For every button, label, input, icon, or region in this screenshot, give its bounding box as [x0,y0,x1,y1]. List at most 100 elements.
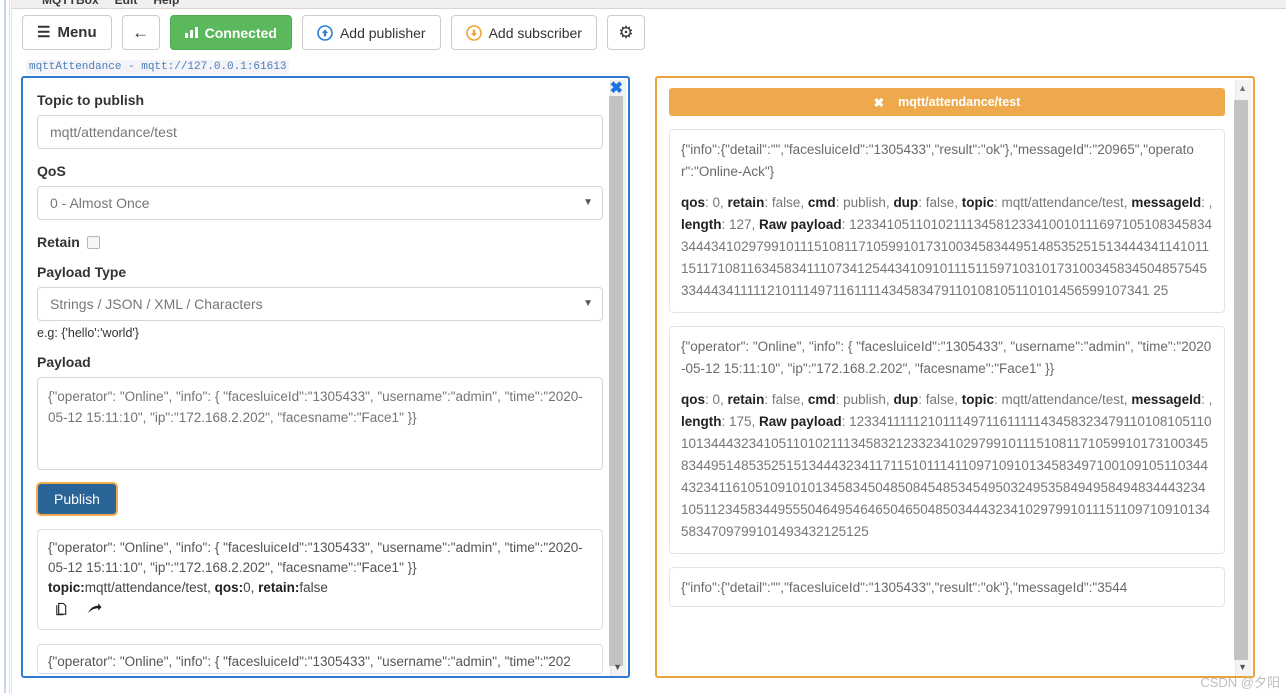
published-message-payload: {"operator": "Online", "info": { "facesl… [48,540,583,575]
publish-button[interactable]: Publish [36,482,118,516]
topic-key: topic [961,195,994,210]
connection-title: mqttAttendance - mqtt://127.0.0.1:61613 [26,60,290,74]
topic-input[interactable] [37,115,603,149]
settings-button[interactable]: ⚙ [606,15,645,50]
retain-checkbox[interactable] [86,235,100,249]
add-publisher-button[interactable]: Add publisher [301,15,441,50]
retain-key: retain [727,392,765,407]
payload-label: Payload [37,354,91,370]
cmd-key: cmd [807,392,836,407]
publisher-scrollbar[interactable]: ▼ [609,80,626,676]
raw-payload-key: Raw payload [759,414,842,429]
published-message-actions [48,602,592,623]
chevron-up-icon[interactable]: ▲ [1238,84,1247,93]
gear-icon: ⚙ [618,23,634,42]
close-icon[interactable]: ✖ [874,95,884,110]
copy-icon[interactable] [54,602,69,623]
window-left-edge [0,0,12,693]
hamburger-icon: ☰ [37,24,51,41]
received-message-body: {"operator": "Online", "info": { "facesl… [681,339,1212,376]
back-button[interactable]: ← [121,15,160,50]
publisher-panel: ✖ Topic to publish QoS ▼ Retain Payload … [21,76,630,678]
menu-button-label: Menu [57,24,97,41]
length-key: length [681,217,722,232]
published-message-item: {"operator": "Online", "info": { "facesl… [37,529,603,630]
received-message-item: {"info":{"detail":"","facesluiceId":"130… [669,567,1225,607]
publisher-scrollbar-thumb[interactable] [609,96,623,666]
meta-qos-key: qos: [214,580,244,595]
messageid-key: messageId [1131,195,1202,210]
messageid-value: : , [1201,195,1213,210]
native-menubar: MQTTBox Edit Help [0,0,1286,9]
retain-label: Retain [37,234,80,250]
subscriber-scrollbar-thumb[interactable] [1234,100,1248,660]
length-value: : 127, [721,217,756,232]
meta-topic-key: topic: [48,580,85,595]
topic-value: : mqtt/attendance/test, [993,195,1128,210]
subscribed-topic-bar[interactable]: ✖ mqtt/attendance/test [669,88,1225,116]
circle-down-arrow-icon [465,24,482,41]
menu-help[interactable]: Help [153,0,179,7]
qos-key: qos [681,392,706,407]
menu-edit[interactable]: Edit [115,0,138,7]
retain-row[interactable]: Retain [37,234,593,250]
qos-label: QoS [37,163,66,179]
menu-button[interactable]: ☰ Menu [22,15,112,50]
close-icon[interactable]: ✖ [610,81,623,97]
received-message-item: {"info":{"detail":"","facesluiceId":"130… [669,129,1225,313]
cmd-value: : publish, [835,195,890,210]
payload-textarea[interactable]: {"operator": "Online", "info": { "facesl… [37,377,603,470]
connection-status-button[interactable]: Connected [169,15,292,50]
dup-value: : false, [918,195,958,210]
qos-value: : 0, [705,392,724,407]
arrow-left-icon: ← [132,23,150,42]
payload-type-label: Payload Type [37,264,127,280]
dup-key: dup [893,392,919,407]
subscribed-topic-label: mqtt/attendance/test [898,95,1021,109]
add-subscriber-button[interactable]: Add subscriber [450,15,597,50]
app-toolbar: ☰ Menu ← Connected Add publisher Add sub… [12,9,1286,57]
qos-select[interactable] [37,186,603,220]
published-message-payload: {"operator": "Online", "info": { "facesl… [48,654,571,669]
dup-key: dup [893,195,919,210]
length-key: length [681,414,722,429]
published-message-meta: topic:mqtt/attendance/test, qos:0, retai… [48,578,592,598]
payload-type-hint: e.g: {'hello':'world'} [37,326,139,340]
topic-value: : mqtt/attendance/test, [993,392,1128,407]
qos-value: : 0, [705,195,724,210]
cmd-key: cmd [807,195,836,210]
raw-payload-key: Raw payload [759,217,842,232]
length-value: : 175, [721,414,756,429]
received-message-body: {"info":{"detail":"","facesluiceId":"130… [681,580,1128,595]
topic-key: topic [961,392,994,407]
cmd-value: : publish, [835,392,890,407]
received-message-body: {"info":{"detail":"","facesluiceId":"130… [681,142,1194,179]
connection-status-label: Connected [204,24,277,41]
retain-key: retain [727,195,765,210]
payload-type-select[interactable] [37,287,603,321]
topic-to-publish-label: Topic to publish [37,92,145,108]
add-publisher-label: Add publisher [339,24,426,41]
mqttbox-window: MQTTBox Edit Help ☰ Menu ← Connected Add… [0,0,1286,693]
chevron-down-icon[interactable]: ▼ [613,663,622,672]
published-message-item: {"operator": "Online", "info": { "facesl… [37,644,603,674]
forward-arrow-icon[interactable] [87,602,102,623]
menu-mqttbox[interactable]: MQTTBox [42,0,99,7]
retain-value: : false, [764,195,805,210]
raw-payload-value: : 12334111112101114971161111143458323479… [681,414,1212,539]
add-subscriber-label: Add subscriber [488,24,582,41]
qos-select-wrapper[interactable]: ▼ [37,186,603,220]
subscriber-scrollbar[interactable]: ▲ ▼ [1234,80,1251,676]
publisher-form: Topic to publish QoS ▼ Retain Payload Ty… [23,78,613,676]
circle-up-arrow-icon [317,24,333,41]
subscriber-panel: ✖ mqtt/attendance/test {"info":{"detail"… [655,76,1255,678]
meta-topic-value: mqtt/attendance/test, [84,580,211,595]
meta-qos-value: 0, [243,580,255,595]
received-message-item: {"operator": "Online", "info": { "facesl… [669,326,1225,554]
messageid-key: messageId [1131,392,1202,407]
payload-type-select-wrapper[interactable]: ▼ [37,287,603,321]
meta-retain-key: retain: [258,580,300,595]
received-message-detail: qos: 0, retain: false, cmd: publish, dup… [681,192,1213,302]
chevron-down-icon[interactable]: ▼ [1238,663,1247,672]
received-message-detail: qos: 0, retain: false, cmd: publish, dup… [681,389,1213,543]
